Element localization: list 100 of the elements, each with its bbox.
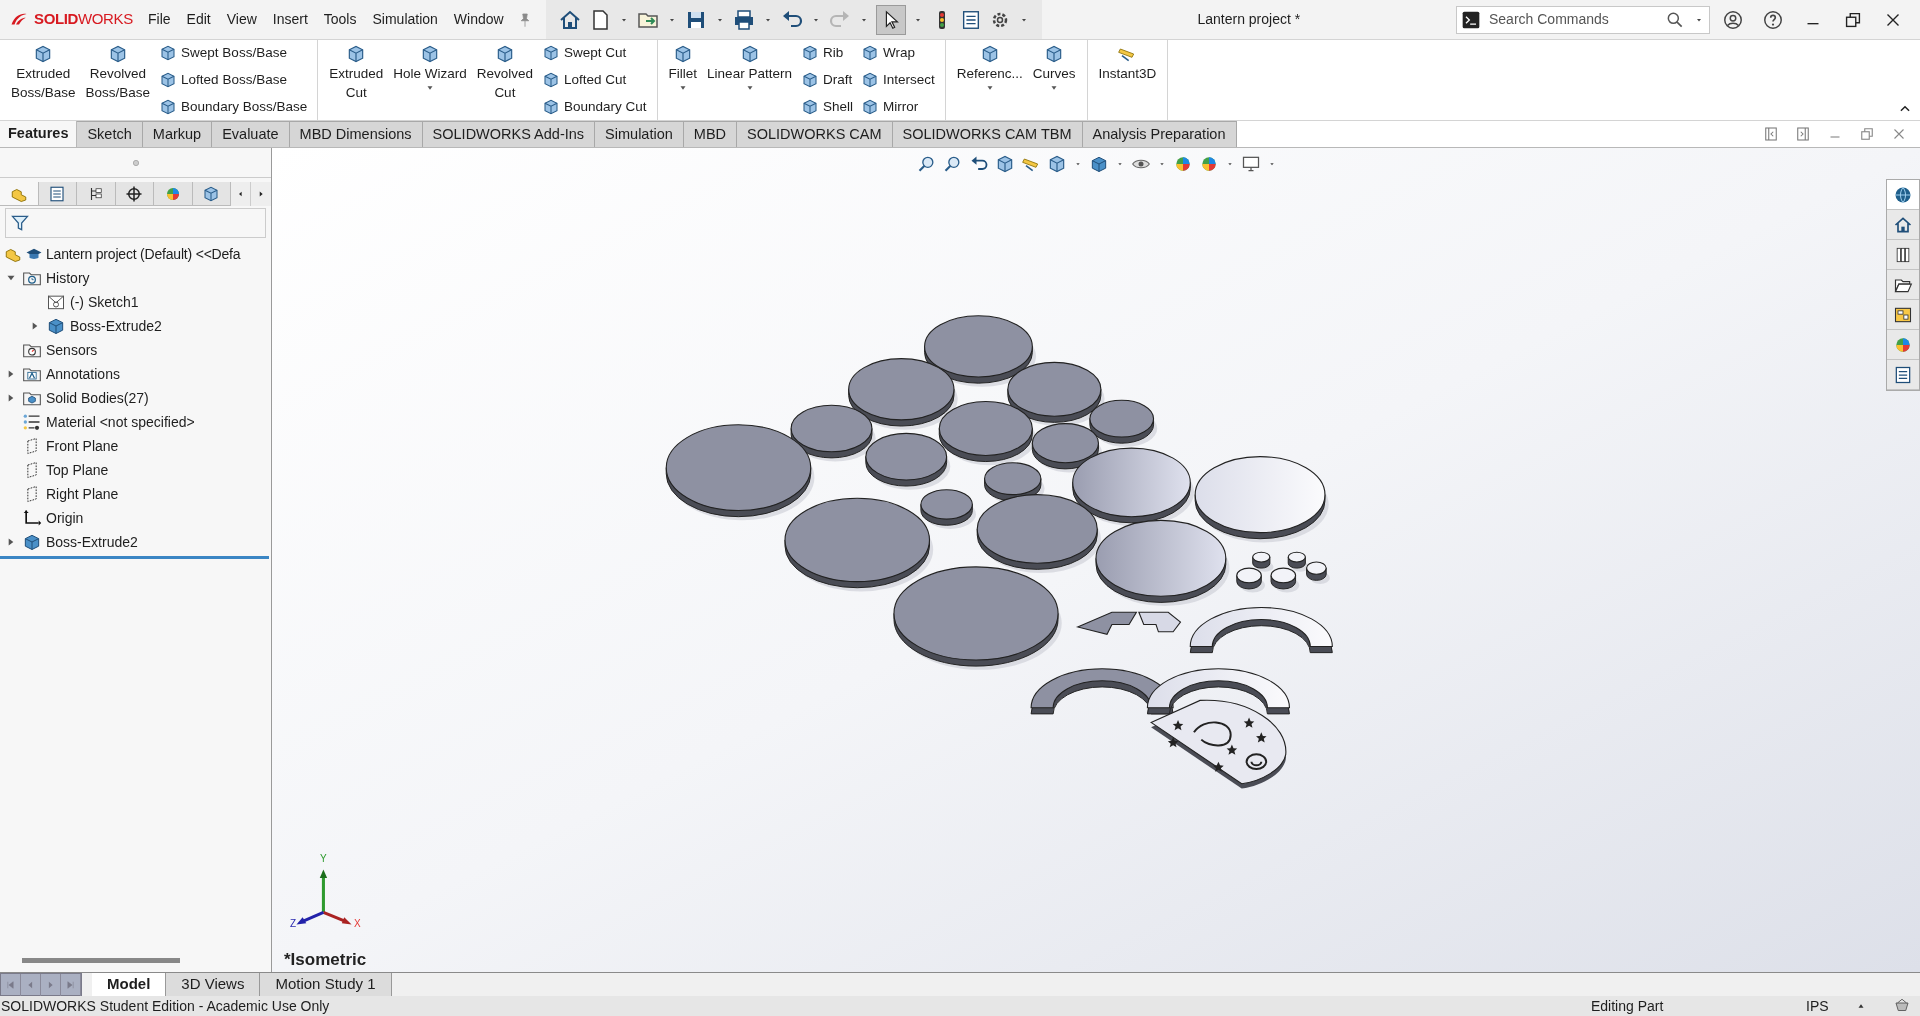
menu-item[interactable]: Tools <box>315 5 365 34</box>
cube-icon <box>860 71 879 89</box>
view-name: *Isometric <box>284 948 367 971</box>
tree-item[interactable]: Front Plane <box>46 435 119 457</box>
cube-icon <box>800 71 819 89</box>
tree-item[interactable]: History <box>46 267 90 289</box>
axis-label: Y <box>320 854 327 864</box>
panel-tab[interactable] <box>115 182 154 205</box>
axis-label: X <box>354 919 361 929</box>
menu-item[interactable]: File <box>140 5 179 34</box>
bottom-tab[interactable]: 3D Views <box>166 973 261 996</box>
tree-item[interactable]: Origin <box>46 507 84 529</box>
cube-icon <box>542 98 561 116</box>
status-message: SOLIDWORKS Student Edition - Academic Use Only <box>0 998 330 1014</box>
ribbon-button[interactable]: Extruded Cut <box>326 44 387 120</box>
panel-tab[interactable] <box>77 182 116 205</box>
ribbon-button[interactable]: Referenc... <box>953 44 1026 120</box>
status-mode: Editing Part <box>1591 998 1665 1014</box>
task-pane-tab[interactable] <box>1887 180 1919 210</box>
terminal-icon <box>1461 9 1481 30</box>
command-tab[interactable]: SOLIDWORKS CAM <box>737 121 893 147</box>
property-list-icon <box>48 184 67 203</box>
cube-icon <box>860 98 879 116</box>
ribbon-button[interactable]: Rib <box>798 44 855 62</box>
cube-icon <box>800 44 819 62</box>
monitor-icon[interactable] <box>1241 154 1261 174</box>
tree-item[interactable]: Annotations <box>46 363 120 385</box>
cube-icon <box>860 44 879 62</box>
ribbon-button[interactable]: Revolved Boss/Base <box>82 44 154 120</box>
ribbon-button[interactable]: Wrap <box>858 44 937 62</box>
menu-item[interactable]: Simulation <box>364 5 446 34</box>
command-tab[interactable]: Evaluate <box>212 121 290 147</box>
command-tab[interactable]: Analysis Preparation <box>1082 121 1237 147</box>
ribbon-button[interactable]: Lofted Cut <box>540 71 649 89</box>
logo-text: SOLIDWORKS <box>34 9 133 30</box>
ribbon-button[interactable]: Revolved Cut <box>473 44 537 120</box>
select-button[interactable] <box>875 4 906 35</box>
ribbon-button[interactable]: Boundary Boss/Base <box>157 98 310 116</box>
ribbon-button[interactable]: Hole Wizard <box>390 44 470 120</box>
ribbon-button[interactable]: Fillet <box>665 44 701 120</box>
help-icon[interactable] <box>1762 8 1784 31</box>
tree-item[interactable]: Right Plane <box>46 483 119 505</box>
menu-item[interactable]: Insert <box>264 5 316 34</box>
tree-item[interactable]: Sensors <box>46 339 98 361</box>
tree-item[interactable]: Lantern project (Default) <<Defa <box>46 243 241 265</box>
command-tab[interactable]: Simulation <box>595 121 684 147</box>
panel-tab[interactable] <box>38 182 77 205</box>
filter-icon <box>10 213 30 233</box>
cube-icon <box>159 98 178 116</box>
tree-item[interactable]: Top Plane <box>46 459 109 481</box>
menu-item[interactable]: Edit <box>178 5 219 34</box>
ribbon-button[interactable]: Swept Cut <box>540 44 649 62</box>
command-tab[interactable]: MBD Dimensions <box>289 121 423 147</box>
command-tab[interactable]: SOLIDWORKS Add-Ins <box>422 121 596 147</box>
ribbon-button[interactable]: Shell <box>798 98 855 116</box>
ribbon-button[interactable]: Curves <box>1029 44 1079 120</box>
tree-item[interactable]: Material <not specified> <box>46 411 195 433</box>
search-field[interactable]: Search Commands <box>1489 9 1657 30</box>
ribbon-button[interactable]: Intersect <box>858 71 937 89</box>
ribbon-button[interactable]: Lofted Boss/Base <box>157 71 310 89</box>
panel-right-icon[interactable] <box>1794 125 1812 143</box>
filter-field[interactable] <box>5 208 266 238</box>
cube-icon <box>542 44 561 62</box>
tree-item[interactable]: Solid Bodies(27) <box>46 387 149 409</box>
scrollbar-thumb[interactable] <box>22 957 180 963</box>
panel-left-icon[interactable] <box>1762 125 1780 143</box>
search-box[interactable]: Search Commands <box>1456 5 1710 34</box>
command-tab[interactable]: Markup <box>142 121 213 147</box>
ribbon-button[interactable]: Swept Boss/Base <box>157 44 310 62</box>
menu-item[interactable]: View <box>218 5 265 34</box>
splitter-handle-icon[interactable] <box>131 158 140 167</box>
cube-icon <box>542 71 561 89</box>
target-icon <box>125 184 144 203</box>
profile-icon[interactable] <box>1722 8 1744 31</box>
units-button[interactable]: IPS <box>1806 998 1856 1014</box>
tree-item[interactable]: (-) Sketch1 <box>70 291 139 313</box>
cube-icon <box>420 44 440 64</box>
cube-icon <box>159 44 178 62</box>
axis-label: Z <box>290 919 297 929</box>
cube-icon <box>800 98 819 116</box>
cube-icon <box>202 184 221 203</box>
ribbon-button[interactable]: Extruded Boss/Base <box>8 44 79 120</box>
menu-item[interactable]: Window <box>445 5 512 34</box>
bottom-tab[interactable]: Motion Study 1 <box>260 973 392 996</box>
bottom-tab[interactable]: Model <box>92 973 167 996</box>
globe-icon <box>1893 184 1913 205</box>
command-tab[interactable]: SOLIDWORKS CAM TBM <box>892 121 1083 147</box>
command-tab[interactable]: Sketch <box>77 121 143 147</box>
tree-item[interactable]: Boss-Extrude2 <box>70 315 162 337</box>
material-icon <box>22 412 42 432</box>
command-tab[interactable]: MBD <box>683 121 738 147</box>
ribbon-button[interactable]: Instant3D <box>1095 44 1160 120</box>
tree-item[interactable]: Boss-Extrude2 <box>46 531 138 553</box>
command-tab[interactable]: Features <box>0 121 78 147</box>
ribbon-button[interactable]: Mirror <box>858 98 937 116</box>
ribbon-button[interactable]: Linear Pattern <box>704 44 795 120</box>
ribbon-button[interactable]: Draft <box>798 71 855 89</box>
list-icon <box>1893 364 1913 385</box>
document-title: Lantern project * <box>1196 10 1302 29</box>
ribbon-button[interactable]: Boundary Cut <box>540 98 649 116</box>
